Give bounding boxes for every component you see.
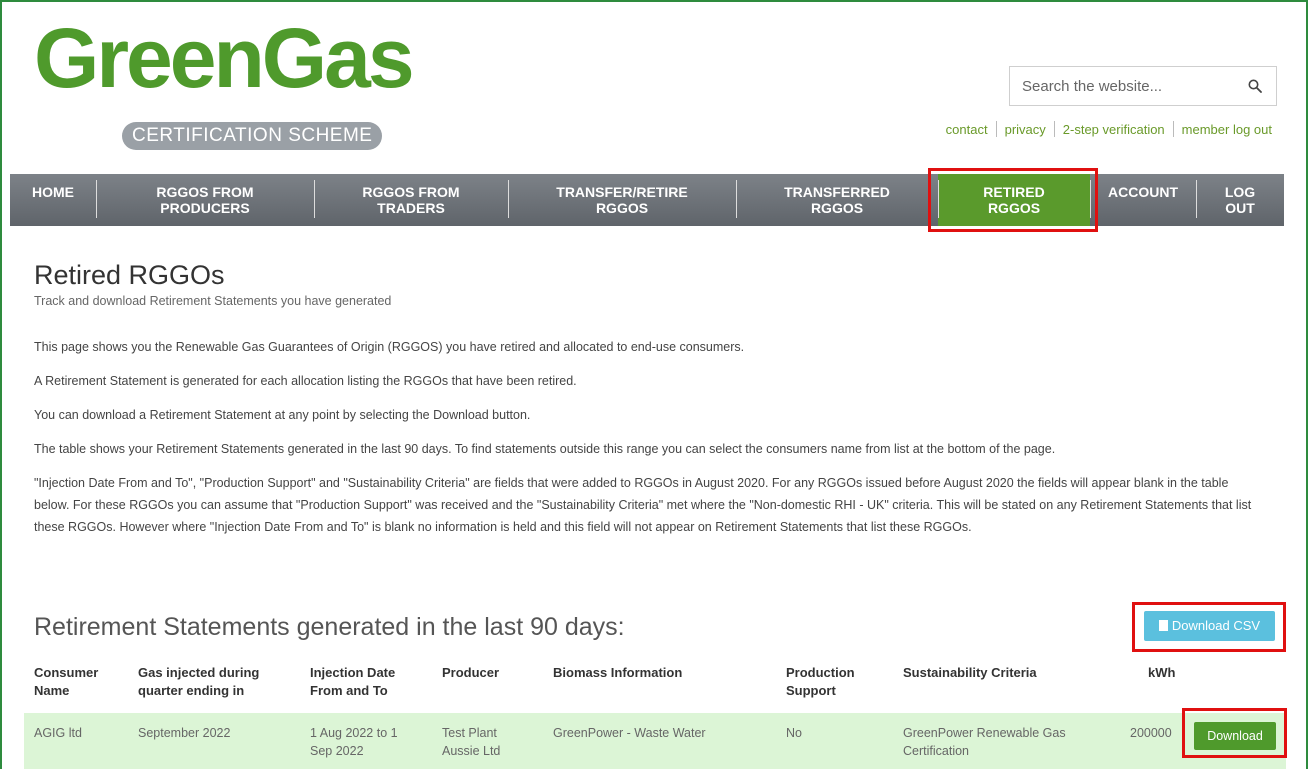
column-header: Production Support [786,665,855,698]
highlight-box [928,168,1098,232]
nav-account[interactable]: ACCOUNT [1090,174,1196,226]
page-frame: GreenGas CERTIFICATION SCHEME contact pr… [0,0,1308,769]
column-header: Producer [442,665,500,680]
cell-injection-dates: 1 Aug 2022 to 1 Sep 2022 [310,726,398,758]
column-header: kWh [1148,665,1176,680]
cell-consumer: AGIG ltd [34,726,82,740]
nav-log-out[interactable]: LOG OUT [1196,174,1284,226]
statements-heading: Retirement Statements generated in the l… [34,613,625,641]
nav-rggos-from-producers[interactable]: RGGOS FROM PRODUCERS [96,174,314,226]
privacy-link[interactable]: privacy [1005,122,1046,137]
search-box[interactable] [1009,66,1277,106]
search-input[interactable] [1022,67,1242,105]
column-header: Sustainability Criteria [903,665,1037,680]
page-subtitle: Track and download Retirement Statements… [34,294,392,308]
cell-sustainability: GreenPower Renewable Gas Certification [903,726,1066,758]
search-icon[interactable] [1248,79,1262,93]
nav-home[interactable]: HOME [10,174,96,226]
nav-label: ACCOUNT [1108,184,1178,200]
highlight-box [1132,602,1286,652]
logo-wordmark: GreenGas [34,11,415,105]
column-header: Injection Date From and To [310,665,396,698]
logo-tagline: CERTIFICATION SCHEME [122,122,383,150]
member-logout-link[interactable]: member log out [1182,122,1272,137]
highlight-box [1182,708,1287,758]
nav-transfer-retire-rggos[interactable]: TRANSFER/RETIRE RGGOS [508,174,736,226]
fields-note-paragraph: "Injection Date From and To", "Productio… [34,476,1252,534]
divider [1172,121,1174,137]
cell-kwh: 200000 [1130,726,1172,740]
nav-label: RGGOS FROM PRODUCERS [156,184,254,216]
intro-paragraph: A Retirement Statement is generated for … [34,374,577,388]
two-step-verification-link[interactable]: 2-step verification [1063,122,1165,137]
top-links: contact privacy 2-step verification memb… [946,121,1272,137]
cell-production-support: No [786,726,802,740]
nav-label: TRANSFERRED RGGOS [784,184,890,216]
column-header: Gas injected during quarter ending in [138,665,260,698]
contact-link[interactable]: contact [946,122,988,137]
column-header: Biomass Information [553,665,683,680]
divider [995,121,997,137]
divider [1053,121,1055,137]
cell-producer: Test Plant Aussie Ltd [442,726,501,758]
cell-biomass: GreenPower - Waste Water [553,726,706,740]
column-header: Consumer Name [34,665,99,698]
nav-label: HOME [32,184,74,200]
page-title: Retired RGGOs [34,260,225,290]
intro-paragraph: You can download a Retirement Statement … [34,408,531,422]
greengas-logo[interactable]: GreenGas CERTIFICATION SCHEME [34,16,474,156]
intro-paragraph: The table shows your Retirement Statemen… [34,442,1056,456]
nav-label: LOG OUT [1224,184,1256,216]
cell-quarter: September 2022 [138,726,231,740]
nav-transferred-rggos[interactable]: TRANSFERRED RGGOS [736,174,938,226]
nav-label: RGGOS FROM TRADERS [362,184,460,216]
intro-paragraph: This page shows you the Renewable Gas Gu… [34,340,745,354]
nav-label: TRANSFER/RETIRE RGGOS [556,184,688,216]
nav-rggos-from-traders[interactable]: RGGOS FROM TRADERS [314,174,508,226]
